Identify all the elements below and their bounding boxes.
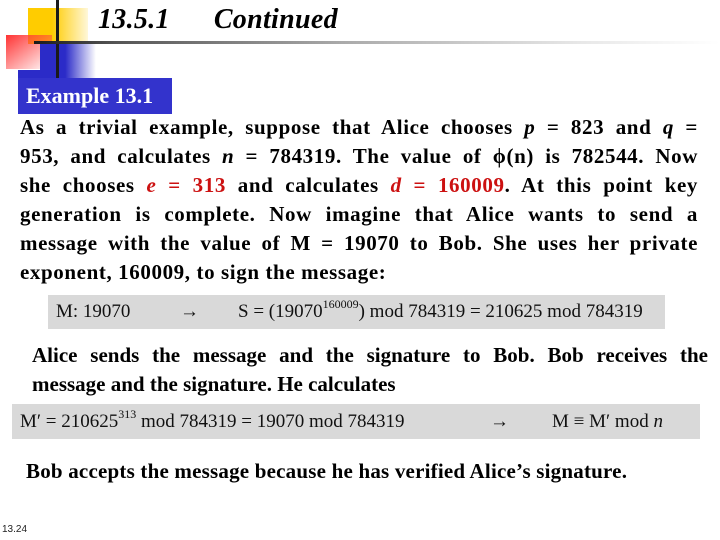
variable-n: n (222, 144, 235, 168)
private-exponent-value: = 160009 (401, 173, 505, 197)
text-run: (n) is 782544. Now (506, 144, 698, 168)
paragraph-line: generation is complete. Now imagine that… (20, 202, 698, 226)
text-run: As a trivial example, suppose that Alice… (20, 115, 525, 139)
formula-text: ) mod 784319 = 210625 mod 784319 (358, 301, 643, 322)
paragraph-line: she chooses e = 313 and calculates d = 1… (20, 171, 698, 200)
slide-page-number: 13.24 (2, 524, 28, 535)
signing-formula-box: M: 19070 → S = (19070160009) mod 784319 … (48, 295, 665, 329)
exponent: 313 (118, 407, 137, 421)
variable-d: d (390, 173, 402, 197)
text-run: = 823 and (535, 115, 663, 139)
formula-text: M′ = 210625 (20, 411, 119, 432)
formula-text: M ≡ M′ mod (552, 411, 654, 432)
congruence-formula: M ≡ M′ mod n (552, 404, 663, 439)
title-underline (34, 41, 720, 44)
phi-symbol: ϕ (492, 144, 507, 168)
variable-n: n (653, 411, 663, 432)
paragraph-line: Alice sends the message and the signatur… (32, 343, 708, 367)
slide-title: 13.5.1 Continued (98, 4, 338, 36)
paragraph-line: message and the signature. He calculates (32, 372, 396, 396)
example-label: Example 13.1 (18, 78, 172, 114)
text-run: = (673, 115, 698, 139)
exponent: 160009 (322, 297, 359, 311)
title-text: Continued (213, 4, 338, 35)
formula-text: mod 784319 = 19070 mod 784319 (136, 411, 405, 432)
paragraph-line: 953, and calculates n = 784319. The valu… (20, 142, 698, 171)
vertical-rule-decoration (56, 0, 59, 78)
signature-formula: S = (19070160009) mod 784319 = 210625 mo… (238, 295, 643, 329)
text-run: = 784319. The value of (234, 144, 493, 168)
paragraph-line: message with the value of M = 19070 to B… (20, 231, 698, 255)
paragraph-line: exponent, 160009, to sign the message: (20, 260, 387, 284)
verification-paragraph: Alice sends the message and the signatur… (32, 341, 708, 399)
variable-q: q (662, 115, 674, 139)
text-run: . At this point key (504, 173, 699, 197)
variable-p: p (524, 115, 536, 139)
conclusion-text: Bob accepts the message because he has v… (26, 459, 628, 483)
verification-formula: M′ = 210625313 mod 784319 = 19070 mod 78… (20, 404, 405, 439)
variable-e: e (146, 173, 157, 197)
text-run: and calculates (225, 173, 391, 197)
section-number: 13.5.1 (98, 4, 170, 35)
arrow-icon: → (180, 301, 199, 322)
message-value: M: 19070 (56, 301, 131, 322)
text-run: 953, and calculates (20, 144, 223, 168)
paragraph-line: As a trivial example, suppose that Alice… (20, 113, 698, 142)
text-run: she chooses (20, 173, 147, 197)
verification-formula-box: M′ = 210625313 mod 784319 = 19070 mod 78… (12, 404, 700, 439)
example-paragraph: As a trivial example, suppose that Alice… (20, 113, 698, 287)
arrow-icon: → (490, 411, 509, 432)
public-exponent-value: = 313 (156, 173, 226, 197)
formula-text: S = (19070 (238, 301, 323, 322)
